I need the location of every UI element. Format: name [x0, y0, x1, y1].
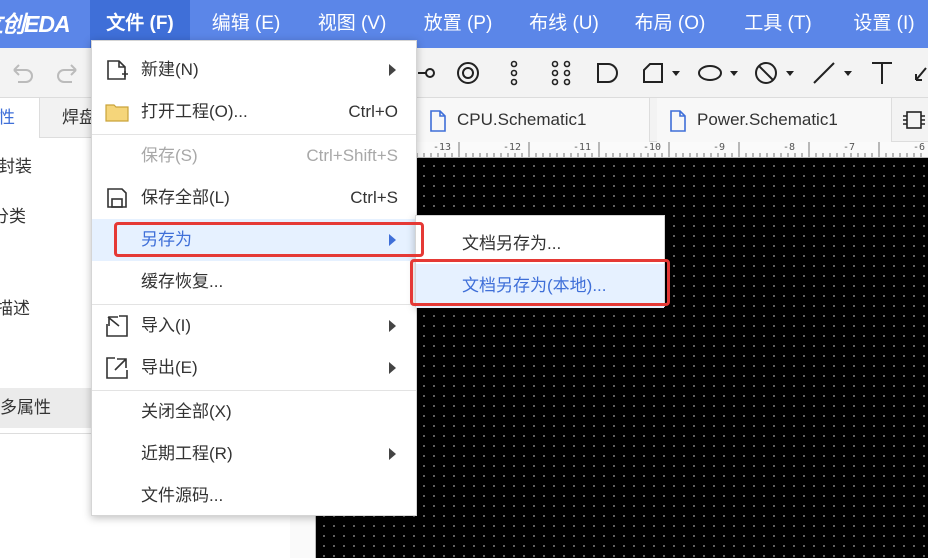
submenu-arrow-icon: [389, 448, 396, 460]
menu-item-recent-projects[interactable]: 近期工程(R): [92, 433, 416, 475]
submenu-arrow-icon: [389, 362, 396, 374]
menu-tools[interactable]: 工具 (T): [728, 0, 828, 48]
ruler-label: -13: [433, 142, 452, 153]
menu-item-label: 导入(I): [141, 316, 192, 335]
undo-icon[interactable]: [8, 58, 36, 88]
menu-item-cache-restore[interactable]: 缓存恢复...: [92, 261, 416, 303]
new-file-icon: [107, 60, 128, 80]
ruler-label: -9: [713, 142, 726, 153]
menu-item-label: 文件源码...: [141, 486, 224, 505]
tab-properties-label: 性: [0, 108, 15, 127]
menu-item-label: 新建(N): [141, 60, 199, 79]
submenu-arrow-icon: [389, 64, 396, 76]
app-logo: 立创EDA: [0, 11, 71, 37]
export-icon: [106, 357, 128, 379]
submenu-arrow-icon: [389, 234, 396, 246]
menu-item-file-source[interactable]: 文件源码...: [92, 475, 416, 517]
pad-shape-icon[interactable]: [594, 58, 620, 88]
prop-category-label: 分类: [0, 207, 26, 226]
submenu-item-save-document-as-local[interactable]: 文档另存为(本地)...: [416, 264, 664, 308]
menu-item-label: 近期工程(R): [141, 444, 233, 463]
arrow-icon[interactable]: [912, 58, 928, 88]
ruler-label: -8: [783, 142, 796, 153]
ruler-label: -11: [573, 142, 592, 153]
ring-icon[interactable]: [454, 58, 482, 88]
folder-icon: [105, 104, 129, 122]
chip-icon[interactable]: [902, 108, 926, 137]
submenu-item-save-document-as[interactable]: 文档另存为...: [416, 222, 664, 266]
menu-item-label: 打开工程(O)...: [141, 102, 248, 121]
document-icon: [670, 110, 686, 132]
ruler-label: -7: [843, 142, 856, 153]
menu-item-shortcut: Ctrl+S: [350, 188, 398, 207]
menu-item-new[interactable]: 新建(N): [92, 49, 416, 91]
save-icon: [107, 188, 127, 208]
file-menu-dropdown: 新建(N) 打开工程(O)... Ctrl+O 保存(S) Ctrl+Shift…: [91, 40, 417, 516]
menu-item-export[interactable]: 导出(E): [92, 347, 416, 389]
save-as-submenu: 文档另存为... 文档另存为(本地)...: [415, 215, 665, 308]
ruler-label: -12: [503, 142, 522, 153]
redo-icon[interactable]: [54, 58, 82, 88]
menu-item-label: 缓存恢复...: [141, 272, 224, 291]
menu-item-label: 保存(S): [141, 146, 198, 165]
menu-settings[interactable]: 设置 (I): [834, 0, 928, 48]
via-grid-icon[interactable]: [548, 58, 574, 88]
via-column-icon[interactable]: [504, 58, 524, 88]
menu-item-save-as[interactable]: 另存为: [92, 219, 416, 261]
tab-cpu-schematic[interactable]: CPU.Schematic1: [417, 98, 650, 142]
prop-footprint-label: 封装: [0, 157, 32, 176]
menu-item-open-project[interactable]: 打开工程(O)... Ctrl+O: [92, 91, 416, 133]
menu-item-shortcut: Ctrl+Shift+S: [306, 146, 398, 165]
polygon-icon[interactable]: [640, 58, 686, 88]
tab-power-label: Power.Schematic1: [697, 110, 838, 129]
tab-properties[interactable]: 性: [0, 98, 40, 138]
submenu-arrow-icon: [389, 320, 396, 332]
menu-item-import[interactable]: 导入(I): [92, 305, 416, 347]
menu-route[interactable]: 布线 (U): [514, 0, 614, 48]
menu-item-label: 另存为: [141, 230, 192, 249]
no-connect-icon[interactable]: [752, 58, 800, 88]
ruler-label: -10: [643, 142, 662, 153]
menu-item-save-all[interactable]: 保存全部(L) Ctrl+S: [92, 177, 416, 219]
document-icon: [430, 110, 446, 132]
menu-item-close-all[interactable]: 关闭全部(X): [92, 391, 416, 433]
prop-description-label: 描述: [0, 299, 30, 318]
ellipse-icon[interactable]: [696, 58, 744, 88]
text-icon[interactable]: [868, 58, 896, 88]
menu-item-shortcut: Ctrl+O: [348, 102, 398, 121]
menu-layout[interactable]: 布局 (O): [620, 0, 720, 48]
menu-place[interactable]: 放置 (P): [408, 0, 508, 48]
line-icon[interactable]: [810, 58, 858, 88]
pin-icon[interactable]: [418, 58, 438, 88]
menu-item-label: 保存全部(L): [141, 188, 230, 207]
more-properties-label: 多属性: [0, 398, 51, 417]
menu-item-save: 保存(S) Ctrl+Shift+S: [92, 135, 416, 177]
import-icon: [106, 315, 128, 337]
menu-item-label: 导出(E): [141, 358, 198, 377]
ruler-label: -6: [913, 142, 926, 153]
tab-cpu-label: CPU.Schematic1: [457, 110, 587, 129]
tab-power-schematic[interactable]: Power.Schematic1: [657, 98, 892, 142]
menu-item-label: 关闭全部(X): [141, 402, 232, 421]
